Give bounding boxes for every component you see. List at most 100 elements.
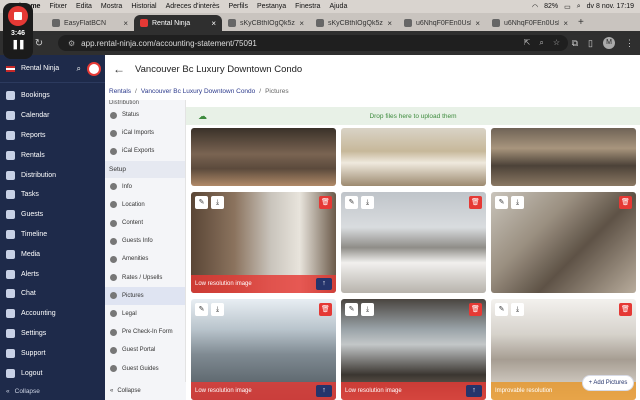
close-tab-icon[interactable]: × [475,19,480,28]
picture-card[interactable] [341,128,486,186]
submenu-item-guests-info[interactable]: Guests Info [105,232,185,250]
picture-card[interactable]: ✎ ⤓ 🗑 Low resolution image ↑ [341,299,486,400]
sidebar-item-rentals[interactable]: Rentals [0,145,105,165]
pause-icon[interactable]: ❚❚ [11,39,25,50]
close-tab-icon[interactable]: × [211,19,216,28]
submenu-item-rates-upsells[interactable]: Rates / Upsells [105,269,185,287]
back-arrow-icon[interactable]: ← [113,62,125,76]
download-icon[interactable]: ⤓ [511,303,524,316]
sidebar-item-timeline[interactable]: Timeline [0,225,105,245]
tab-u6nhq-2[interactable]: u6NhqF0FEn0Usl... × [486,15,574,31]
delete-icon[interactable]: 🗑 [319,303,332,316]
menu-pestanya[interactable]: Pestanya [257,3,286,10]
menu-mostra[interactable]: Mostra [101,3,122,10]
picture-card[interactable]: ✎ ⤓ 🗑 Low resolution image ↑ [191,192,336,293]
download-icon[interactable]: ⤓ [511,196,524,209]
picture-card[interactable] [191,128,336,186]
download-icon[interactable]: ⤓ [361,303,374,316]
close-tab-icon[interactable]: × [563,19,568,28]
add-pictures-button[interactable]: + Add Pictures [582,375,634,391]
menu-historial[interactable]: Historial [131,3,156,10]
edit-icon[interactable]: ✎ [495,303,508,316]
tab-rental-ninja[interactable]: Rental Ninja × [134,15,222,31]
sidebar-item-chat[interactable]: Chat [0,284,105,304]
download-icon[interactable]: ⤓ [211,196,224,209]
menu-kebab-icon[interactable]: ⋮ [625,38,634,49]
edit-icon[interactable]: ✎ [495,196,508,209]
sidepanel-icon[interactable]: ▯ [588,38,593,49]
sidebar-collapse-button[interactable]: « Collapse [0,382,105,400]
new-tab-icon[interactable]: + [578,17,584,28]
bookmark-star-icon[interactable]: ☆ [553,38,560,48]
sidebar-item-support[interactable]: Support [0,343,105,363]
extensions-icon[interactable]: ⧉ [572,38,578,49]
breadcrumb-rental[interactable]: Vancouver Bc Luxury Downtown Condo [141,88,255,95]
submenu-item-ical-imports[interactable]: iCal Imports [105,124,185,142]
upload-replace-icon[interactable]: ↑ [316,278,332,290]
menu-edita[interactable]: Edita [76,3,92,10]
download-icon[interactable]: ⤓ [361,196,374,209]
submenu-item-guest-guides[interactable]: Guest Guides [105,359,185,377]
sidebar-item-guests[interactable]: Guests [0,205,105,225]
picture-card[interactable] [491,128,636,186]
sidebar-item-tasks[interactable]: Tasks [0,185,105,205]
site-info-icon[interactable]: ⚙ [68,39,75,48]
delete-icon[interactable]: 🗑 [319,196,332,209]
submenu-collapse-button[interactable]: « Collapse [105,382,186,400]
account-logo[interactable] [87,61,101,76]
picture-card[interactable]: ✎ ⤓ 🗑 [341,192,486,293]
close-tab-icon[interactable]: × [299,19,304,28]
submenu-item-pictures[interactable]: Pictures [105,286,185,305]
search-icon[interactable]: ⌕ [77,64,81,74]
edit-icon[interactable]: ✎ [195,196,208,209]
edit-icon[interactable]: ✎ [195,303,208,316]
language-flag-icon[interactable] [6,65,15,72]
tab-skycb-1[interactable]: sKyCBthIOgQk5z... × [222,15,310,31]
sidebar-item-media[interactable]: Media [0,244,105,264]
upload-dropzone[interactable]: ☁ Drop files here to upload them [186,107,640,125]
tab-u6nhq-1[interactable]: u6NhqF0FEn0Usl... × [398,15,486,31]
tab-easyflat[interactable]: EasyFlatBCN × [46,15,134,31]
picture-card[interactable]: ✎ ⤓ 🗑 Low resolution image ↑ [191,299,336,400]
open-external-icon[interactable]: ⇱ [524,38,531,48]
menu-finestra[interactable]: Finestra [295,3,320,10]
delete-icon[interactable]: 🗑 [469,196,482,209]
upload-replace-icon[interactable]: ↑ [466,385,482,397]
submenu-item-legal[interactable]: Legal [105,305,185,323]
sidebar-item-distribution[interactable]: Distribution [0,165,105,185]
reload-icon[interactable]: ↻ [32,38,46,49]
search-icon[interactable]: ⌕ [577,3,581,11]
delete-icon[interactable]: 🗑 [619,196,632,209]
address-bar[interactable]: ⚙ app.rental-ninja.com/accounting-statem… [58,35,568,51]
sidebar-item-bookings[interactable]: Bookings [0,86,105,106]
battery-icon[interactable]: ▭ [564,3,571,11]
zoom-icon[interactable]: ⌕ [539,38,543,48]
breadcrumb-rentals[interactable]: Rentals [109,88,131,95]
download-icon[interactable]: ⤓ [211,303,224,316]
upload-replace-icon[interactable]: ↑ [316,385,332,397]
delete-icon[interactable]: 🗑 [469,303,482,316]
submenu-item-guest-portal[interactable]: Guest Portal [105,341,185,359]
menu-adreces[interactable]: Adreces d'interès [166,3,220,10]
edit-icon[interactable]: ✎ [345,196,358,209]
submenu-item-ical-exports[interactable]: iCal Exports [105,142,185,160]
close-tab-icon[interactable]: × [387,19,392,28]
picture-card[interactable]: ✎ ⤓ 🗑 [491,192,636,293]
sidebar-item-reports[interactable]: Reports [0,126,105,146]
sidebar-item-alerts[interactable]: Alerts [0,264,105,284]
sidebar-item-settings[interactable]: Settings [0,324,105,344]
clock[interactable]: dv 8 nov. 17:19 [587,3,634,10]
close-tab-icon[interactable]: × [123,19,128,28]
submenu-item-pre-check-in[interactable]: Pre Check-In Form [105,323,185,341]
submenu-item-location[interactable]: Location [105,196,185,214]
profile-avatar[interactable]: M [603,37,615,49]
sidebar-item-accounting[interactable]: Accounting [0,304,105,324]
submenu-item-amenities[interactable]: Amenities [105,250,185,268]
sidebar-item-logout[interactable]: Logout [0,363,105,383]
menu-fitxer[interactable]: Fitxer [49,3,67,10]
menu-ajuda[interactable]: Ajuda [329,3,347,10]
sidebar-item-calendar[interactable]: Calendar [0,106,105,126]
wifi-icon[interactable]: ◠ [532,3,538,11]
stop-recording-button[interactable] [8,6,28,26]
submenu-item-content[interactable]: Content [105,214,185,232]
